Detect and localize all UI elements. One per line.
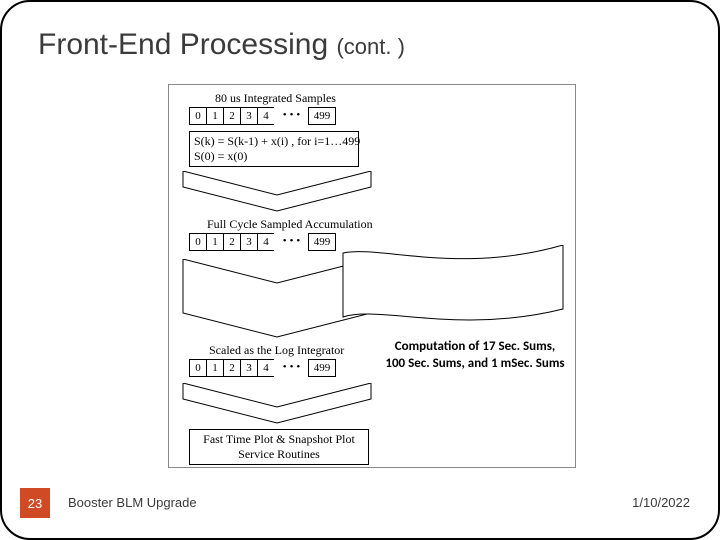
cell: 2 [223, 233, 240, 251]
page-number-badge: 23 [20, 488, 50, 518]
right-branch-label: Computation of 17 Sec. Sums, 100 Sec. Su… [385, 339, 565, 373]
cell: 4 [257, 359, 274, 377]
stage4-label: Fast Time Plot & Snapshot Plot Service R… [189, 429, 369, 465]
stage3-tape: 0 1 2 3 4 ••• 499 [189, 359, 336, 377]
cell: 4 [257, 233, 274, 251]
stage2-tape: 0 1 2 3 4 ••• 499 [189, 233, 336, 251]
footer-date: 1/10/2022 [632, 495, 690, 510]
ellipsis: ••• [274, 359, 308, 377]
cell: 1 [206, 233, 223, 251]
ellipsis: ••• [274, 107, 308, 125]
cell: 3 [240, 233, 257, 251]
footer-deck-title: Booster BLM Upgrade [68, 495, 197, 510]
formula1-line1: S(k) = S(k-1) + x(i) , for i=1…499 [194, 134, 362, 149]
title-main: Front-End Processing [38, 28, 328, 61]
cell: 0 [189, 107, 206, 125]
title-suffix: (cont. ) [336, 34, 404, 59]
cell: 2 [223, 107, 240, 125]
stage1-label: 80 us Integrated Samples [215, 91, 336, 106]
curved-arrow-icon [339, 245, 569, 335]
stage3-label: Scaled as the Log Integrator [209, 343, 344, 358]
stage2-label: Full Cycle Sampled Accumulation [207, 217, 373, 232]
cell: 1 [206, 107, 223, 125]
cell-last: 499 [308, 359, 336, 377]
formula1-line2: S(0) = x(0) [194, 149, 362, 164]
cell: 0 [189, 233, 206, 251]
formula1-box: S(k) = S(k-1) + x(i) , for i=1…499 S(0) … [189, 131, 359, 167]
cell-last: 499 [308, 107, 336, 125]
cell: 3 [240, 359, 257, 377]
slide: Front-End Processing (cont. ) 80 us Inte… [0, 0, 720, 540]
ellipsis: ••• [274, 233, 308, 251]
chevron-down-icon [177, 171, 377, 213]
cell: 4 [257, 107, 274, 125]
page-number: 23 [28, 496, 42, 511]
cell: 2 [223, 359, 240, 377]
cell: 0 [189, 359, 206, 377]
diagram-frame: 80 us Integrated Samples 0 1 2 3 4 ••• 4… [168, 84, 576, 468]
chevron-down-icon [177, 383, 377, 425]
cell-last: 499 [308, 233, 336, 251]
cell: 3 [240, 107, 257, 125]
slide-title: Front-End Processing (cont. ) [38, 28, 405, 62]
stage1-tape: 0 1 2 3 4 ••• 499 [189, 107, 336, 125]
cell: 1 [206, 359, 223, 377]
